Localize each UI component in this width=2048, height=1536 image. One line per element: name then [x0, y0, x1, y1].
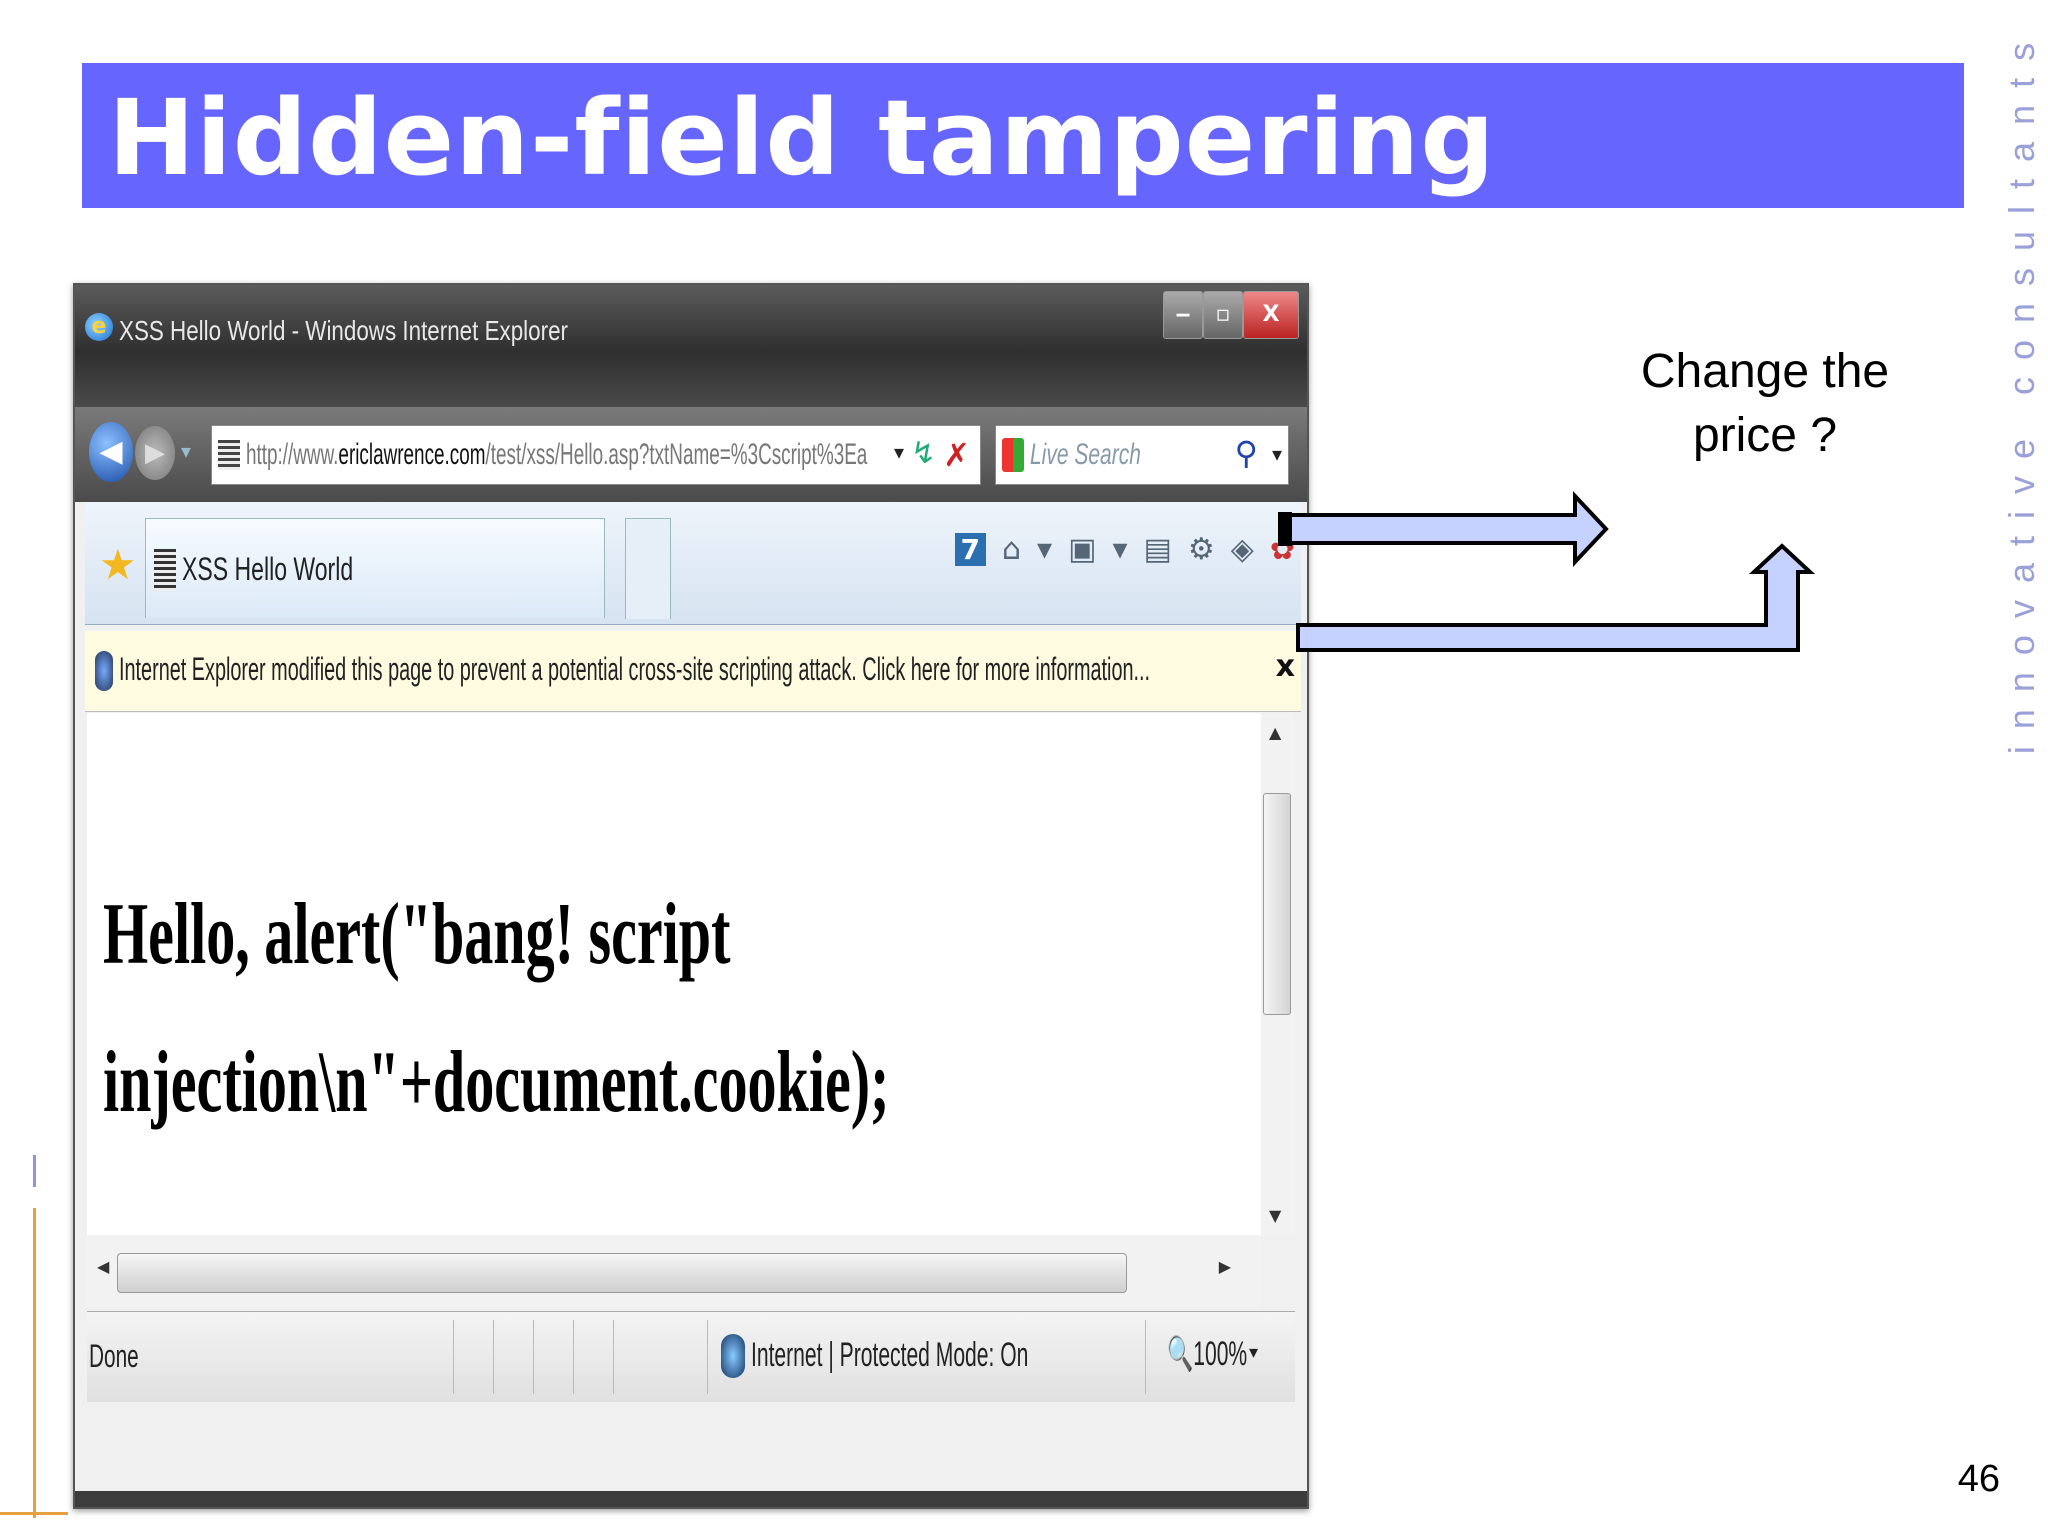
up-arrow-shape [1296, 543, 1816, 652]
right-arrow-shape [1288, 490, 1609, 568]
callout-arrows [1278, 490, 1816, 652]
